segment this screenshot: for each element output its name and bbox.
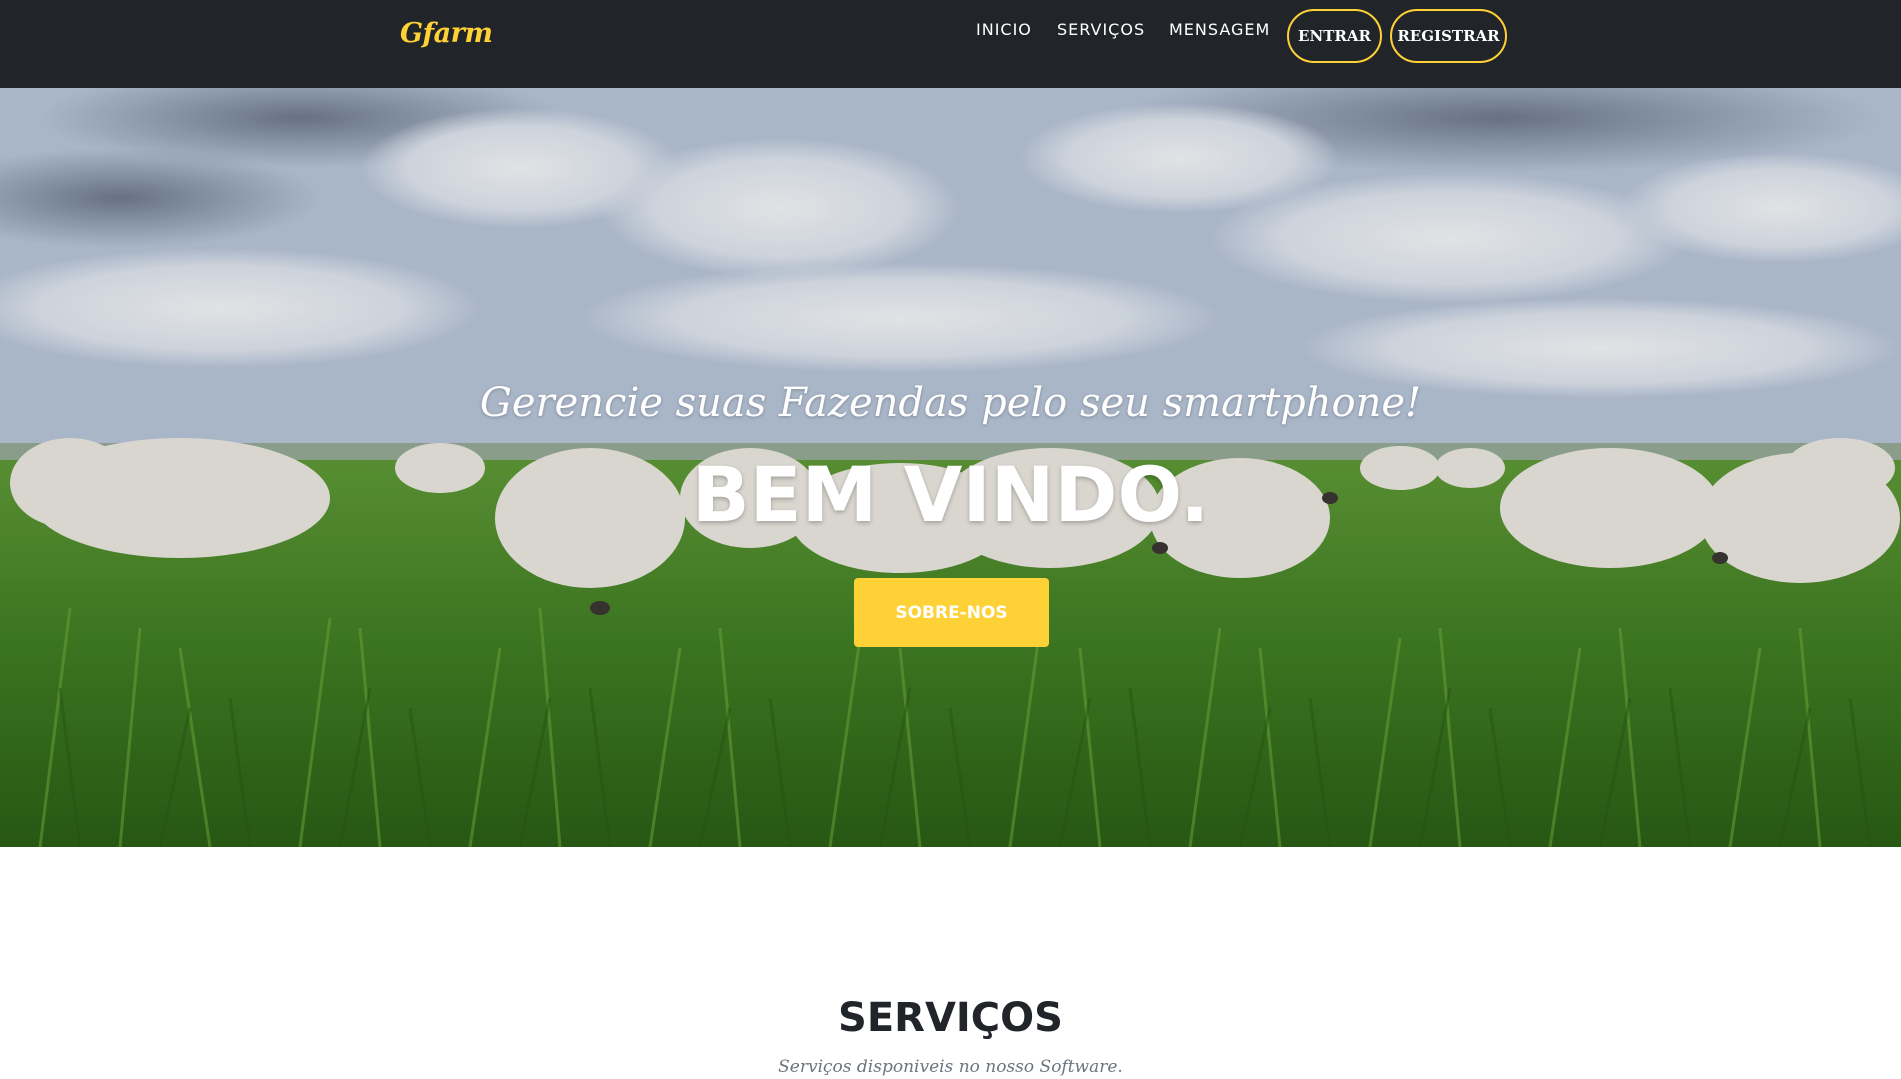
brand-logo[interactable]: Gfarm (400, 18, 493, 49)
login-button[interactable]: ENTRAR (1287, 9, 1382, 63)
services-heading: SERVIÇOS (838, 995, 1063, 1041)
nav-link-mensagem[interactable]: MENSAGEM (1169, 20, 1270, 39)
nav-link-servicos[interactable]: SERVIÇOS (1057, 20, 1145, 39)
about-us-button[interactable]: SOBRE-NOS (854, 578, 1049, 647)
hero-section: Gerencie suas Fazendas pelo seu smartpho… (0, 88, 1901, 847)
services-subheading: Serviços disponiveis no nosso Software. (778, 1057, 1123, 1077)
register-button[interactable]: REGISTRAR (1390, 9, 1507, 63)
hero-subtitle: Gerencie suas Fazendas pelo seu smartpho… (479, 380, 1422, 426)
nav-link-inicio[interactable]: INICIO (976, 20, 1032, 39)
top-navbar: Gfarm INICIO SERVIÇOS MENSAGEM ENTRAR RE… (0, 0, 1901, 88)
hero-title: BEM VINDO. (691, 450, 1210, 539)
